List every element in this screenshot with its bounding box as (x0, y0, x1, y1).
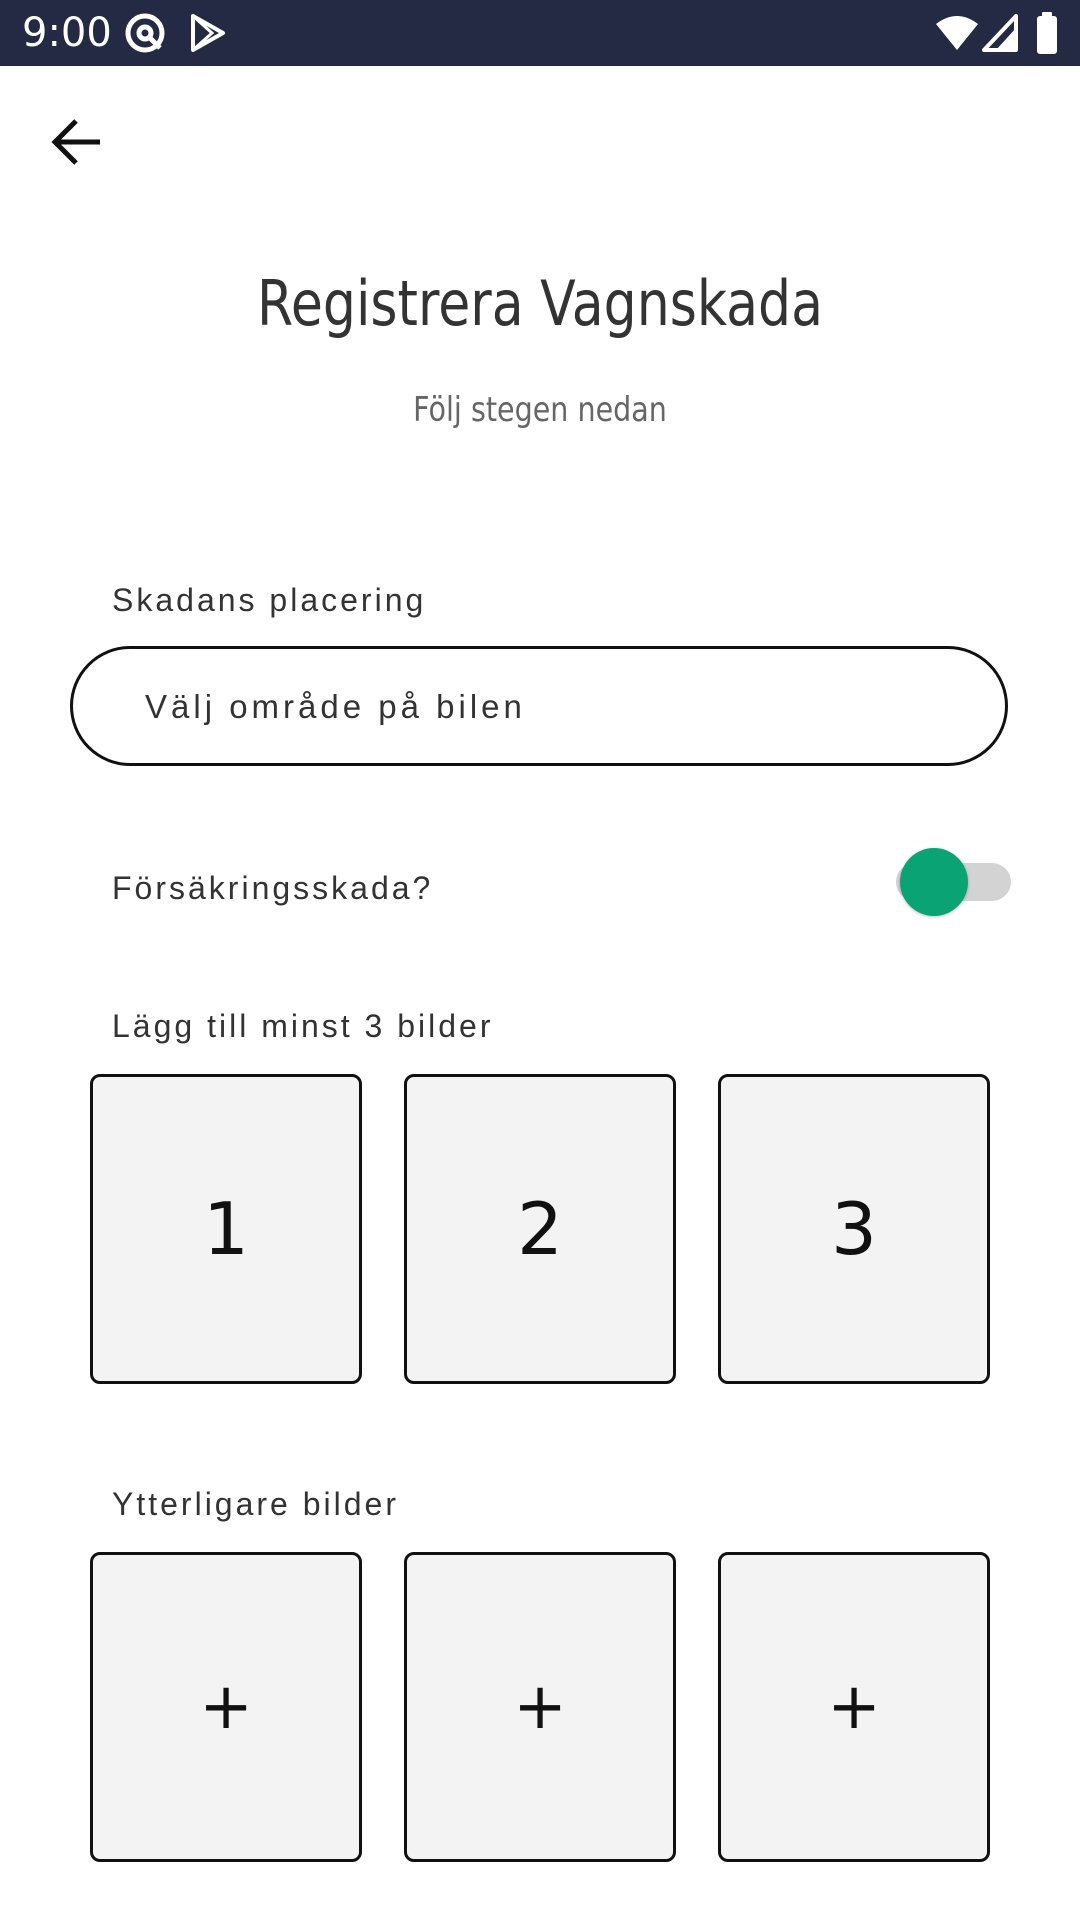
photo-slot-3[interactable]: 3 (718, 1074, 990, 1384)
status-bar: 9:00 (0, 0, 1080, 66)
damage-location-select[interactable]: Välj område på bilen (70, 646, 1008, 766)
toggle-thumb (900, 848, 968, 916)
photo-slot-1[interactable]: 1 (90, 1074, 362, 1384)
required-photos-label: Lägg till minst 3 bilder (112, 1008, 494, 1044)
damage-location-label: Skadans placering (112, 582, 427, 618)
add-photo-button-3[interactable]: + (718, 1552, 990, 1862)
page-subtitle: Följ stegen nedan (413, 390, 667, 430)
additional-photos-label: Ytterligare bilder (112, 1486, 399, 1522)
add-photo-button-2[interactable]: + (404, 1552, 676, 1862)
page-title: Registrera Vagnskada (256, 267, 823, 340)
at-sign-icon (124, 12, 166, 59)
arrow-left-icon (50, 118, 102, 171)
status-time: 9:00 (22, 10, 112, 56)
add-photo-button-1[interactable]: + (90, 1552, 362, 1862)
battery-icon (1036, 12, 1058, 59)
play-store-icon (190, 14, 226, 57)
wifi-icon (934, 14, 980, 57)
signal-icon (982, 14, 1018, 57)
photo-slot-2[interactable]: 2 (404, 1074, 676, 1384)
back-button[interactable] (44, 112, 108, 176)
insurance-label: Försäkringsskada? (112, 870, 434, 906)
damage-location-placeholder: Välj område på bilen (145, 688, 526, 725)
insurance-toggle[interactable] (896, 848, 1011, 916)
